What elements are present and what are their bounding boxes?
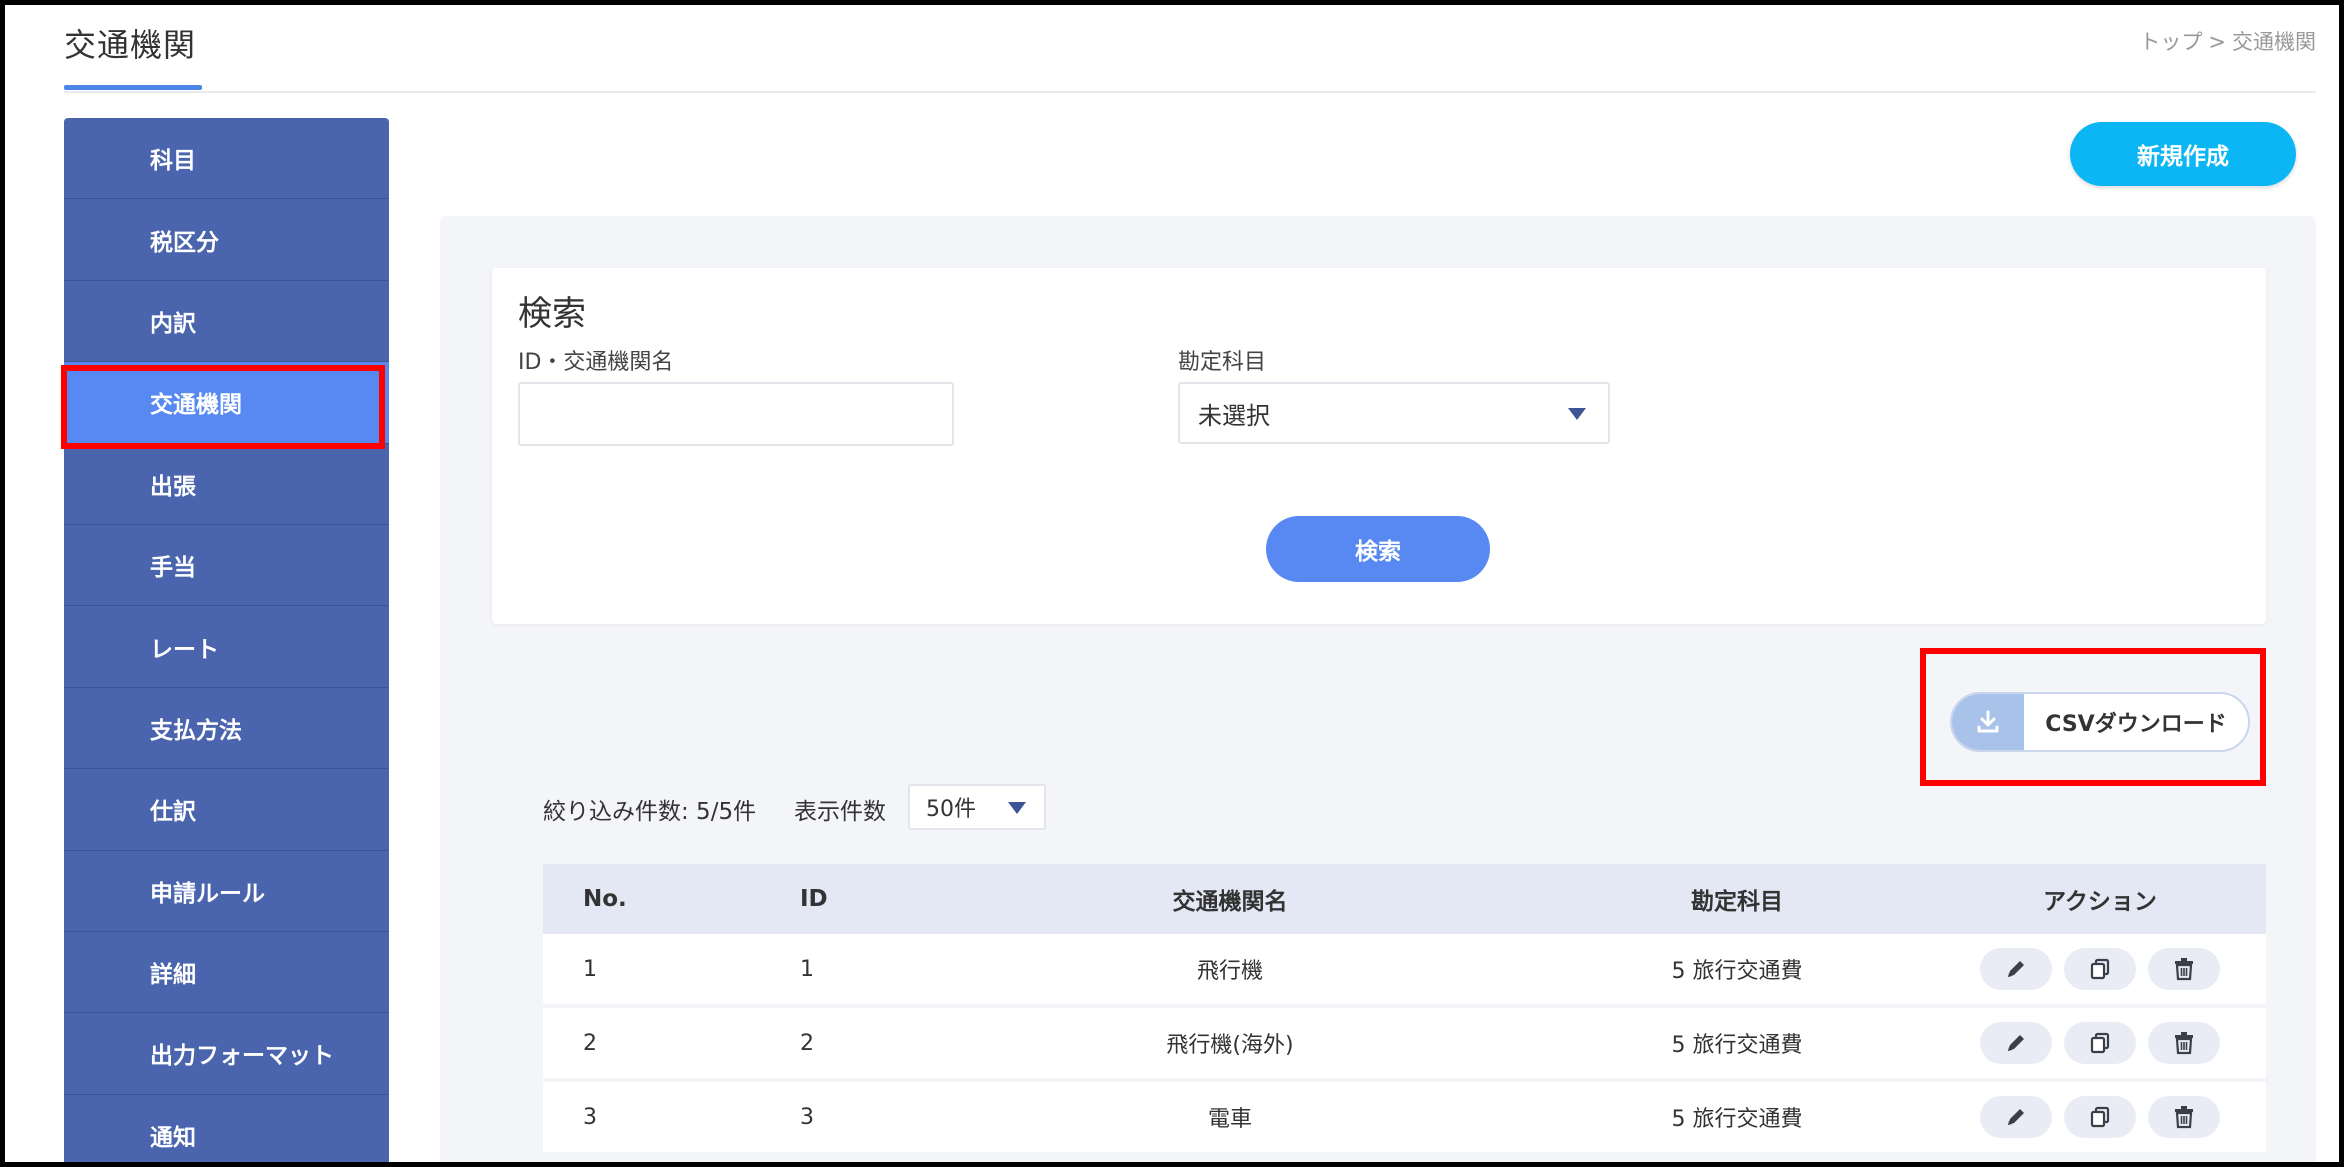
copy-icon — [2090, 1032, 2110, 1054]
pencil-icon — [2008, 1035, 2024, 1051]
copy-icon — [2090, 1106, 2110, 1128]
cell-name: 飛行機(海外) — [1166, 1033, 1294, 1058]
sidebar-item-details[interactable]: 詳細 — [64, 932, 389, 1014]
sidebar-item-label: 出張 — [150, 473, 196, 500]
table-row: 3 3 電車 5 旅行交通費 — [543, 1082, 2266, 1156]
sidebar-item-label: 手当 — [150, 555, 196, 582]
sidebar-item-tax-category[interactable]: 税区分 — [64, 199, 389, 281]
sidebar-item-business-trip[interactable]: 出張 — [64, 444, 389, 525]
sidebar-item-label: 税区分 — [150, 229, 219, 256]
edit-button[interactable] — [1980, 1096, 2052, 1138]
sidebar-item-label: 出力フォーマット — [150, 1043, 334, 1070]
column-header-id: ID — [800, 886, 828, 912]
sidebar-item-application-rules[interactable]: 申請ルール — [64, 851, 389, 932]
copy-button[interactable] — [2064, 1096, 2136, 1138]
cell-id: 2 — [800, 1030, 814, 1056]
sidebar-item-output-format[interactable]: 出力フォーマット — [64, 1013, 389, 1095]
sidebar-item-label: 仕訳 — [150, 799, 196, 826]
copy-button[interactable] — [2064, 1022, 2136, 1064]
sidebar-item-label: 内訳 — [150, 310, 196, 337]
search-title: 検索 — [518, 294, 586, 334]
per-page-select[interactable]: 50件 — [908, 784, 1046, 830]
sidebar-item-label: 詳細 — [150, 962, 196, 989]
delete-button[interactable] — [2148, 1022, 2220, 1064]
csv-highlight-box — [1920, 648, 2266, 786]
table-row: 2 2 飛行機(海外) 5 旅行交通費 — [543, 1008, 2266, 1082]
column-header-no: No. — [583, 886, 627, 912]
transportation-table: No. ID 交通機関名 勘定科目 アクション 1 1 飛行機 5 旅行交通費 … — [543, 864, 2266, 1167]
sidebar-item-label: レート — [150, 636, 219, 663]
sidebar-item-subjects[interactable]: 科目 — [64, 118, 389, 200]
caret-down-icon — [1008, 802, 1026, 814]
copy-icon — [2090, 958, 2110, 980]
account-label: 勘定科目 — [1178, 350, 1267, 375]
filter-count: 絞り込み件数: 5/5件 — [543, 799, 757, 825]
cell-account: 5 旅行交通費 — [1671, 959, 1803, 984]
sidebar-item-label: 支払方法 — [150, 717, 242, 744]
edit-button[interactable] — [1980, 1022, 2052, 1064]
breadcrumb: トップ > 交通機関 — [2139, 26, 2316, 56]
breadcrumb-separator: > — [2208, 30, 2226, 54]
breadcrumb-current: 交通機関 — [2232, 30, 2316, 54]
sidebar-item-rate[interactable]: レート — [64, 606, 389, 688]
account-select[interactable]: 未選択 — [1178, 382, 1610, 444]
header-divider — [64, 91, 2316, 93]
copy-button[interactable] — [2064, 948, 2136, 990]
cell-actions — [1934, 1096, 2266, 1138]
delete-button[interactable] — [2148, 948, 2220, 990]
table-header: No. ID 交通機関名 勘定科目 アクション — [543, 864, 2266, 934]
cell-name: 飛行機 — [1196, 959, 1263, 984]
edit-button[interactable] — [1980, 948, 2052, 990]
id-name-label: ID・交通機関名 — [518, 350, 674, 375]
per-page-label: 表示件数 — [794, 799, 886, 825]
cell-no: 1 — [583, 956, 597, 982]
pencil-icon — [2008, 961, 2024, 977]
page-title: 交通機関 — [64, 26, 197, 64]
cell-actions — [1934, 1022, 2266, 1064]
cell-name: 電車 — [1207, 1107, 1252, 1132]
sidebar-item-breakdown[interactable]: 内訳 — [64, 281, 389, 363]
cell-account: 5 旅行交通費 — [1671, 1107, 1803, 1132]
sidebar-item-payment-method[interactable]: 支払方法 — [64, 688, 389, 770]
column-header-action: アクション — [2043, 889, 2157, 915]
sidebar-item-label: 通知 — [150, 1124, 196, 1151]
sidebar-item-notification[interactable]: 通知 — [64, 1095, 389, 1167]
cell-no: 2 — [583, 1030, 597, 1056]
account-select-value: 未選択 — [1198, 401, 1270, 430]
sidebar-item-label: 科目 — [150, 148, 196, 175]
caret-down-icon — [1568, 408, 1586, 420]
column-header-name: 交通機関名 — [1172, 889, 1288, 915]
sidebar-item-journal[interactable]: 仕訳 — [64, 769, 389, 851]
sidebar-item-label: 申請ルール — [150, 880, 265, 907]
trash-icon — [2175, 1032, 2193, 1055]
breadcrumb-top-link[interactable]: トップ — [2139, 30, 2202, 54]
sidebar: 科目 税区分 内訳 交通機関 出張 手当 レート 支払方法 仕訳 申請ルール 詳… — [64, 118, 389, 1167]
cell-id: 3 — [800, 1104, 814, 1130]
cell-actions — [1934, 948, 2266, 990]
sidebar-item-allowance[interactable]: 手当 — [64, 525, 389, 607]
cell-no: 3 — [583, 1104, 597, 1130]
title-underline — [64, 85, 202, 90]
table-row: 1 1 飛行機 5 旅行交通費 — [543, 934, 2266, 1008]
id-name-input[interactable] — [518, 382, 954, 446]
pencil-icon — [2008, 1109, 2024, 1125]
per-page-value: 50件 — [926, 797, 976, 822]
search-button[interactable]: 検索 — [1266, 516, 1490, 582]
delete-button[interactable] — [2148, 1096, 2220, 1138]
cell-account: 5 旅行交通費 — [1671, 1033, 1803, 1058]
cell-id: 1 — [800, 956, 814, 982]
column-header-account: 勘定科目 — [1691, 889, 1783, 915]
trash-icon — [2175, 958, 2193, 981]
new-create-button[interactable]: 新規作成 — [2070, 122, 2296, 186]
trash-icon — [2175, 1106, 2193, 1129]
sidebar-highlight-box — [61, 365, 385, 449]
